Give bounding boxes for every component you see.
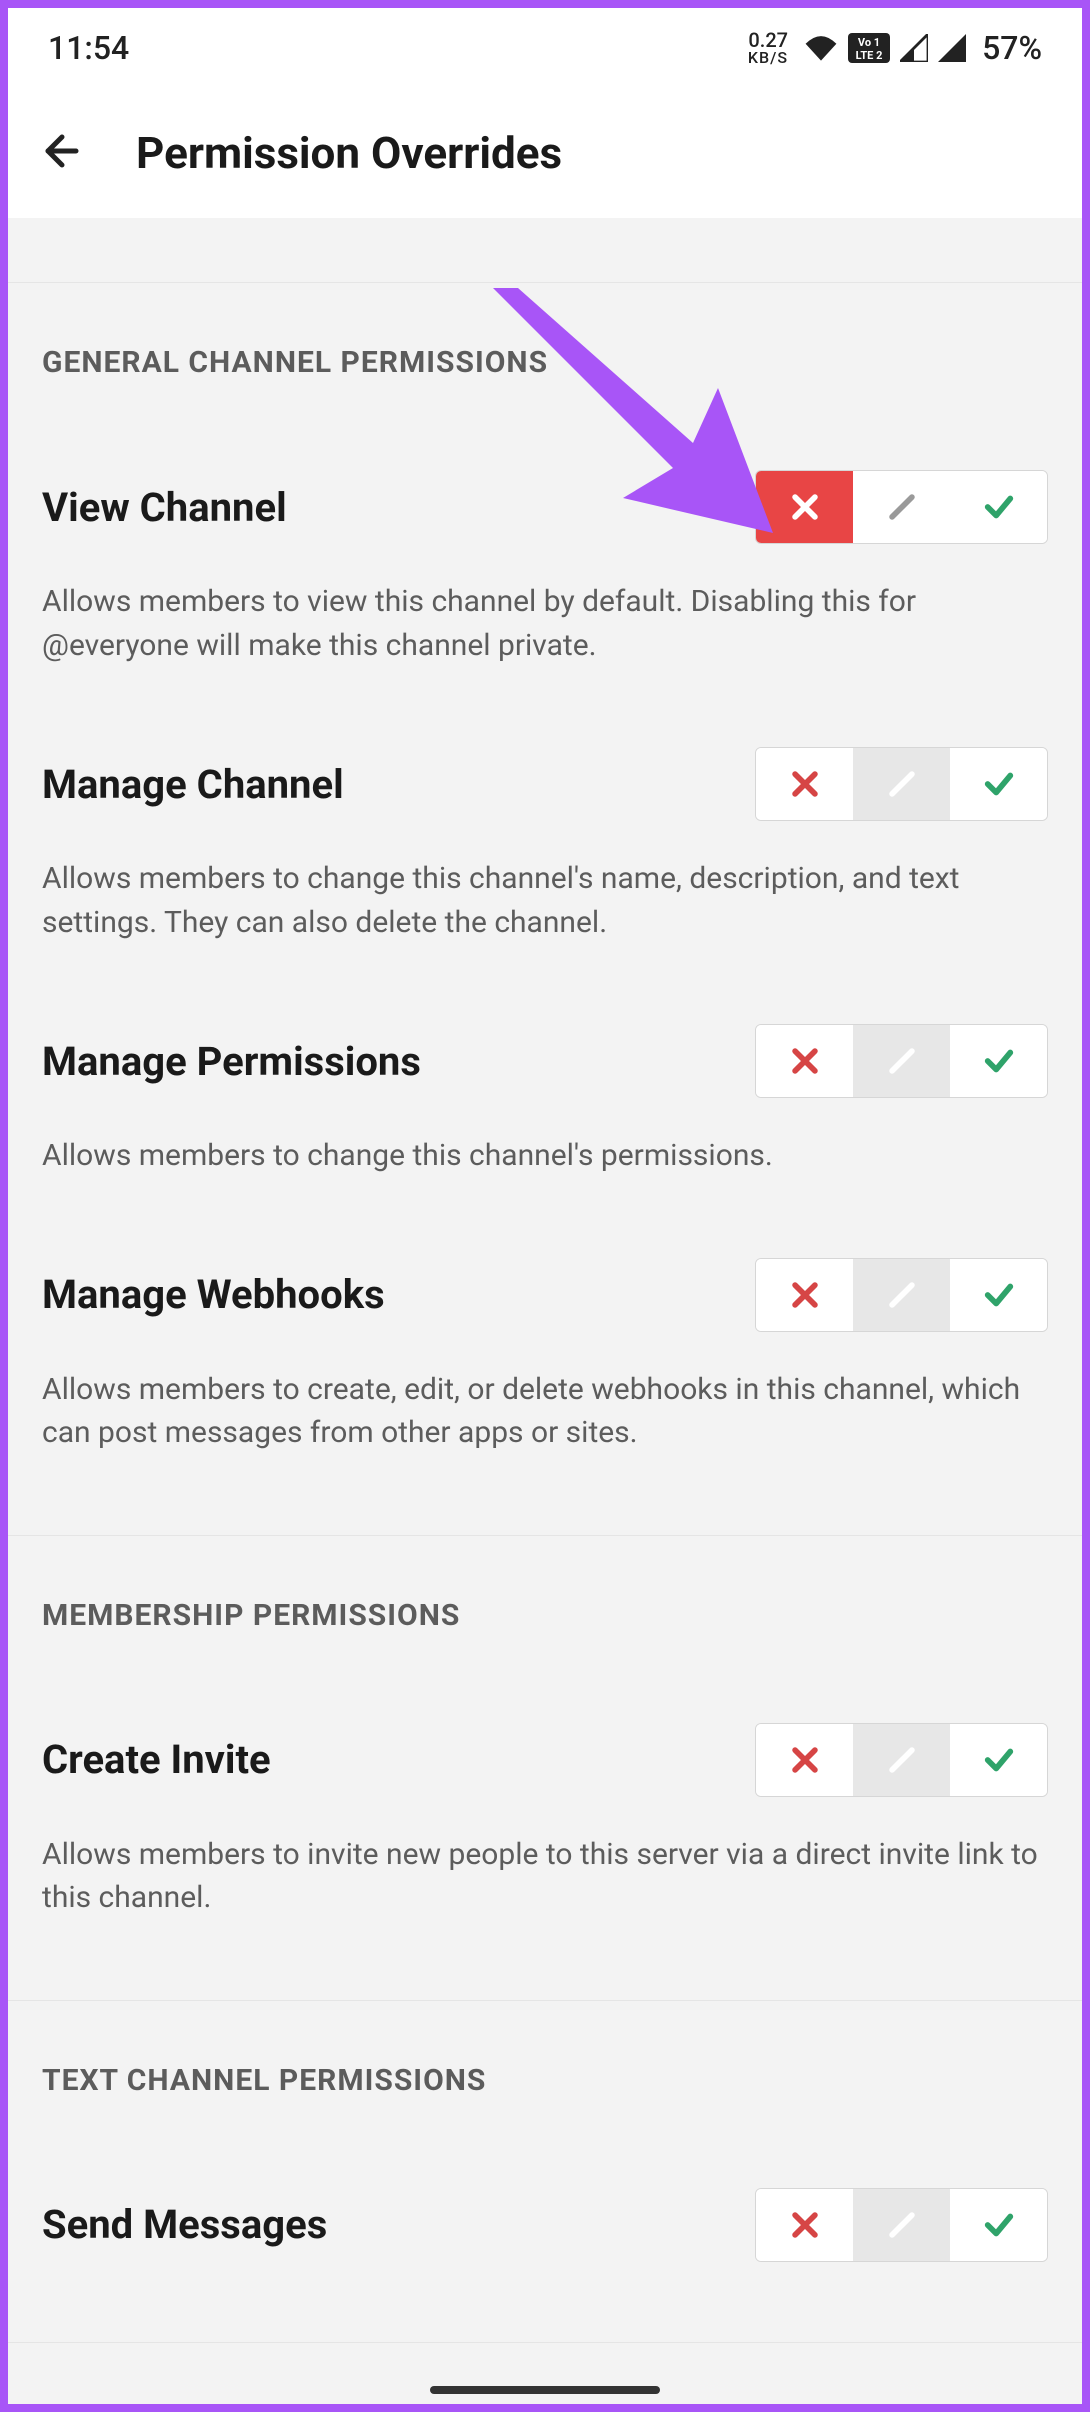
- permission-toggle: [755, 1723, 1048, 1797]
- allow-button[interactable]: [950, 2189, 1047, 2261]
- permission-title: Manage Webhooks: [42, 1271, 385, 1318]
- permission-row: Create Invite Allows members to invite ne…: [42, 1643, 1048, 2000]
- permission-title: Create Invite: [42, 1736, 271, 1783]
- signal-icon-2: [938, 34, 966, 62]
- deny-button[interactable]: [756, 1259, 853, 1331]
- svg-text:Vo 1: Vo 1: [858, 36, 880, 49]
- permission-toggle: [755, 747, 1048, 821]
- allow-button[interactable]: [950, 1025, 1047, 1097]
- permission-desc: Allows members to invite new people to t…: [42, 1833, 1048, 1920]
- neutral-button[interactable]: [853, 2189, 950, 2261]
- neutral-button[interactable]: [853, 1724, 950, 1796]
- deny-button[interactable]: [756, 1724, 853, 1796]
- neutral-button[interactable]: [853, 471, 950, 543]
- section-header: GENERAL CHANNEL PERMISSIONS: [42, 283, 1048, 390]
- page-title: Permission Overrides: [136, 127, 562, 179]
- permission-title: Manage Channel: [42, 761, 344, 808]
- back-button[interactable]: [38, 127, 86, 179]
- section: MEMBERSHIP PERMISSIONS Create Invite Allow…: [8, 1536, 1082, 2001]
- permission-row: Manage Permissions Allows members to chan…: [42, 944, 1048, 1178]
- battery-percent: 57%: [982, 29, 1042, 67]
- allow-button[interactable]: [950, 471, 1047, 543]
- section: GENERAL CHANNEL PERMISSIONS View Channel A…: [8, 283, 1082, 1536]
- permission-desc: Allows members to create, edit, or delet…: [42, 1368, 1048, 1455]
- permission-title: Manage Permissions: [42, 1038, 421, 1085]
- section: TEXT CHANNEL PERMISSIONS Send Messages: [8, 2001, 1082, 2343]
- app-bar: Permission Overrides: [8, 88, 1082, 218]
- allow-button[interactable]: [950, 748, 1047, 820]
- allow-button[interactable]: [950, 1259, 1047, 1331]
- permission-toggle: [755, 2188, 1048, 2262]
- status-time: 11:54: [48, 29, 129, 67]
- section-header: MEMBERSHIP PERMISSIONS: [42, 1536, 1048, 1643]
- permission-toggle: [755, 1024, 1048, 1098]
- nav-handle[interactable]: [430, 2386, 660, 2394]
- section-header: TEXT CHANNEL PERMISSIONS: [42, 2001, 1048, 2108]
- network-speed: 0.27 KB/S: [748, 30, 788, 66]
- permission-title: Send Messages: [42, 2201, 327, 2248]
- permission-title: View Channel: [42, 484, 287, 531]
- neutral-button[interactable]: [853, 748, 950, 820]
- permission-row: Manage Channel Allows members to change t…: [42, 667, 1048, 944]
- wifi-icon: [804, 34, 838, 62]
- permission-desc: Allows members to view this channel by d…: [42, 580, 1048, 667]
- deny-button[interactable]: [756, 2189, 853, 2261]
- permission-toggle: [755, 470, 1048, 544]
- permission-row: Send Messages: [42, 2108, 1048, 2342]
- permission-toggle: [755, 1258, 1048, 1332]
- permission-desc: Allows members to change this channel's …: [42, 1134, 1048, 1178]
- deny-button[interactable]: [756, 1025, 853, 1097]
- volte-icon: Vo 1LTE 2: [848, 33, 890, 63]
- permission-row: Manage Webhooks Allows members to create,…: [42, 1178, 1048, 1535]
- permission-row: View Channel Allows members to view this …: [42, 390, 1048, 667]
- permission-desc: Allows members to change this channel's …: [42, 857, 1048, 944]
- deny-button[interactable]: [756, 748, 853, 820]
- signal-icon-1: [900, 34, 928, 62]
- status-bar: 11:54 0.27 KB/S Vo 1LTE 2 57%: [8, 8, 1082, 88]
- neutral-button[interactable]: [853, 1025, 950, 1097]
- deny-button[interactable]: [756, 471, 853, 543]
- allow-button[interactable]: [950, 1724, 1047, 1796]
- svg-text:LTE 2: LTE 2: [856, 49, 883, 62]
- neutral-button[interactable]: [853, 1259, 950, 1331]
